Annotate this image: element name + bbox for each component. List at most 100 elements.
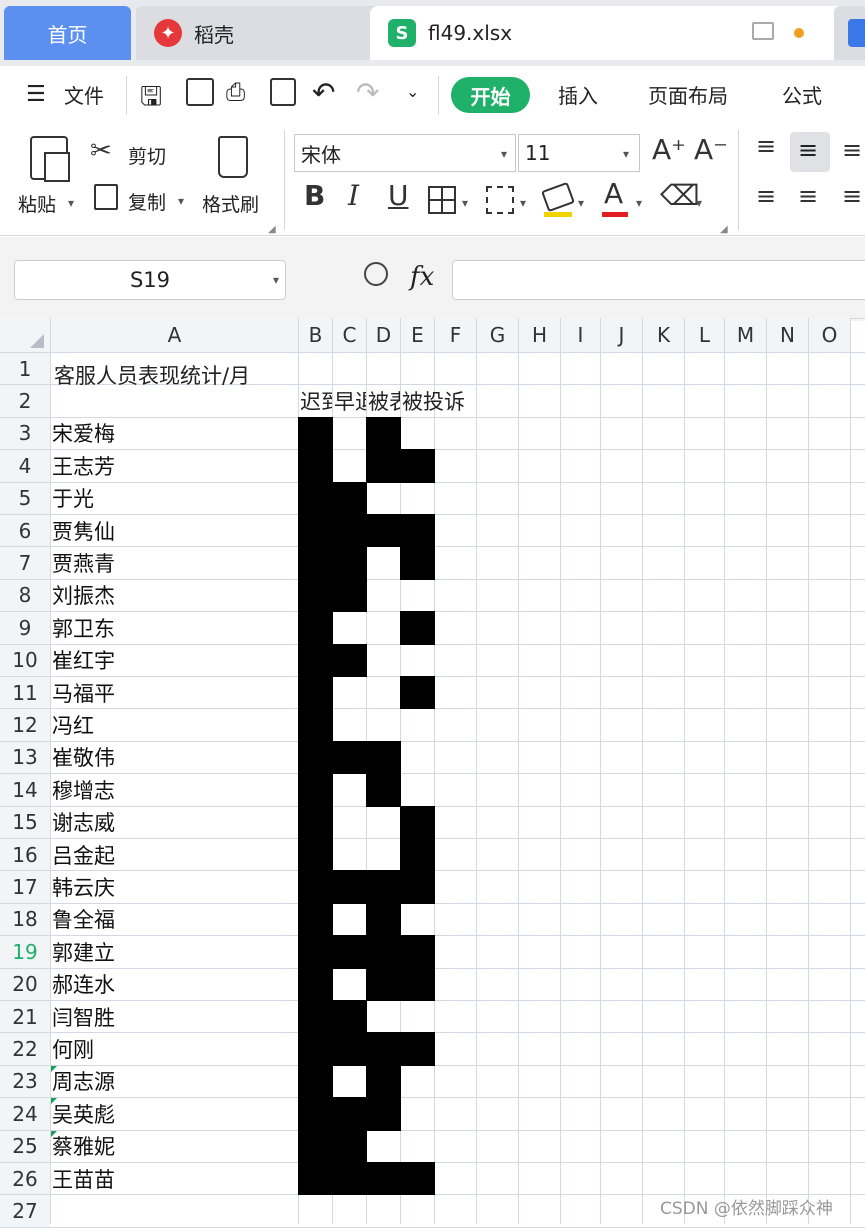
name-cell[interactable]: 何刚 [52, 1033, 94, 1064]
filled-cell[interactable] [400, 805, 435, 839]
borders-icon[interactable] [428, 186, 456, 214]
copy-dropdown-icon[interactable]: ▾ [178, 194, 184, 208]
filled-cell[interactable] [366, 1097, 401, 1131]
filled-cell[interactable] [298, 708, 333, 742]
name-cell[interactable]: 郭卫东 [52, 612, 115, 643]
filled-cell[interactable] [332, 1000, 367, 1034]
column-header-b[interactable]: B [299, 318, 332, 352]
column-header-m[interactable]: M [725, 318, 766, 352]
row-header-20[interactable]: 20 [0, 968, 50, 1000]
filled-cell[interactable] [332, 546, 367, 580]
column-header-d[interactable]: D [367, 318, 400, 352]
name-cell[interactable]: 郝连水 [52, 969, 115, 1000]
column-header-a[interactable]: A [51, 318, 298, 352]
filled-cell[interactable] [400, 449, 435, 483]
tab-next[interactable] [834, 6, 865, 60]
chevron-down-icon[interactable]: ⌄ [406, 82, 419, 101]
cell-a1-title[interactable]: 客服人员表现统计/月 [54, 360, 250, 390]
filled-cell[interactable] [366, 935, 401, 969]
underline-button[interactable]: U [388, 182, 409, 210]
filled-cell[interactable] [400, 1162, 435, 1196]
filled-cell[interactable] [366, 870, 401, 904]
name-cell[interactable]: 于光 [52, 483, 94, 514]
chevron-down-icon[interactable]: ▾ [696, 196, 702, 210]
filled-cell[interactable] [298, 546, 333, 580]
filled-cell[interactable] [298, 416, 333, 451]
zoom-formula-icon[interactable] [364, 262, 388, 286]
bold-button[interactable]: B [304, 182, 325, 210]
filled-cell[interactable] [332, 1162, 367, 1196]
filled-cell[interactable] [400, 870, 435, 904]
tab-daoke[interactable]: ✦ 稻壳 [136, 6, 382, 60]
name-cell[interactable]: 韩云庆 [52, 871, 115, 902]
align-top-icon[interactable]: ≡ [756, 134, 776, 158]
name-cell[interactable]: 马福平 [52, 677, 115, 708]
filled-cell[interactable] [366, 773, 401, 807]
row-header-24[interactable]: 24 [0, 1098, 50, 1130]
name-cell[interactable]: 贾燕青 [52, 547, 115, 578]
print-preview-icon[interactable] [270, 78, 296, 106]
save-icon[interactable]: 🖫 [140, 78, 162, 122]
filled-cell[interactable] [366, 1032, 401, 1066]
filled-cell[interactable] [400, 838, 435, 872]
filled-cell[interactable] [298, 514, 333, 548]
undo-icon[interactable]: ↶ [312, 76, 335, 109]
chevron-down-icon[interactable]: ▾ [273, 273, 279, 287]
filled-cell[interactable] [332, 870, 367, 904]
chevron-down-icon[interactable]: ▾ [520, 196, 526, 210]
name-cell[interactable]: 冯红 [52, 709, 94, 740]
formula-input[interactable] [452, 260, 865, 300]
filled-cell[interactable] [298, 611, 333, 645]
row-header-26[interactable]: 26 [0, 1163, 50, 1195]
column-header-f[interactable]: F [435, 318, 476, 352]
filled-cell[interactable] [332, 514, 367, 548]
align-middle-button[interactable]: ≡ [790, 132, 830, 172]
filled-cell[interactable] [298, 1097, 333, 1131]
export-icon[interactable] [186, 78, 214, 106]
row-header-23[interactable]: 23 [0, 1065, 50, 1098]
tab-page-layout[interactable]: 页面布局 [648, 80, 728, 109]
eraser-icon[interactable]: ⌫ [660, 182, 700, 210]
row-header-3[interactable]: 3 [0, 417, 50, 450]
font-size-select[interactable]: 11 ▾ [518, 134, 640, 172]
row-header-12[interactable]: 12 [0, 709, 50, 741]
filled-cell[interactable] [298, 805, 333, 839]
row-header-11[interactable]: 11 [0, 677, 50, 709]
tab-formula[interactable]: 公式 [782, 80, 822, 109]
font-family-select[interactable]: 宋体 ▾ [294, 134, 516, 172]
name-cell[interactable]: 贾隽仙 [52, 515, 115, 546]
name-cell[interactable]: 穆增志 [52, 774, 115, 805]
column-header-k[interactable]: K [643, 318, 684, 352]
filled-cell[interactable] [400, 514, 435, 548]
filled-cell[interactable] [366, 416, 401, 451]
monitor-icon[interactable] [752, 22, 774, 40]
filled-cell[interactable] [332, 643, 367, 677]
row-header-27[interactable]: 27 [0, 1195, 50, 1227]
align-bottom-icon[interactable]: ≡ [842, 138, 862, 162]
filled-cell[interactable] [400, 611, 435, 645]
row-header-13[interactable]: 13 [0, 741, 50, 774]
filled-cell[interactable] [298, 902, 333, 937]
row-header-10[interactable]: 10 [0, 644, 50, 676]
row-header-6[interactable]: 6 [0, 515, 50, 547]
row-header-21[interactable]: 21 [0, 1001, 50, 1033]
row-header-17[interactable]: 17 [0, 871, 50, 903]
filled-cell[interactable] [298, 1162, 333, 1196]
name-cell[interactable]: 崔敬伟 [52, 742, 115, 773]
decrease-font-icon[interactable]: A⁻ [694, 136, 728, 164]
filled-cell[interactable] [400, 676, 435, 710]
column-header-h[interactable]: H [519, 318, 560, 352]
column-header-e[interactable]: E [401, 318, 434, 352]
row-header-7[interactable]: 7 [0, 547, 50, 579]
filled-cell[interactable] [298, 935, 333, 969]
hamburger-icon[interactable]: ☰ [26, 82, 46, 107]
header-cell-2[interactable]: 早退 [334, 386, 366, 416]
chevron-down-icon[interactable]: ▾ [623, 147, 629, 161]
chevron-down-icon[interactable]: ▾ [462, 196, 468, 210]
cut-button[interactable]: 剪切 [128, 142, 166, 169]
name-cell[interactable]: 周志源 [52, 1066, 115, 1097]
filled-cell[interactable] [400, 935, 435, 969]
name-cell[interactable]: 蔡雅妮 [52, 1131, 115, 1162]
filled-cell[interactable] [332, 740, 367, 775]
filled-cell[interactable] [298, 1064, 333, 1099]
